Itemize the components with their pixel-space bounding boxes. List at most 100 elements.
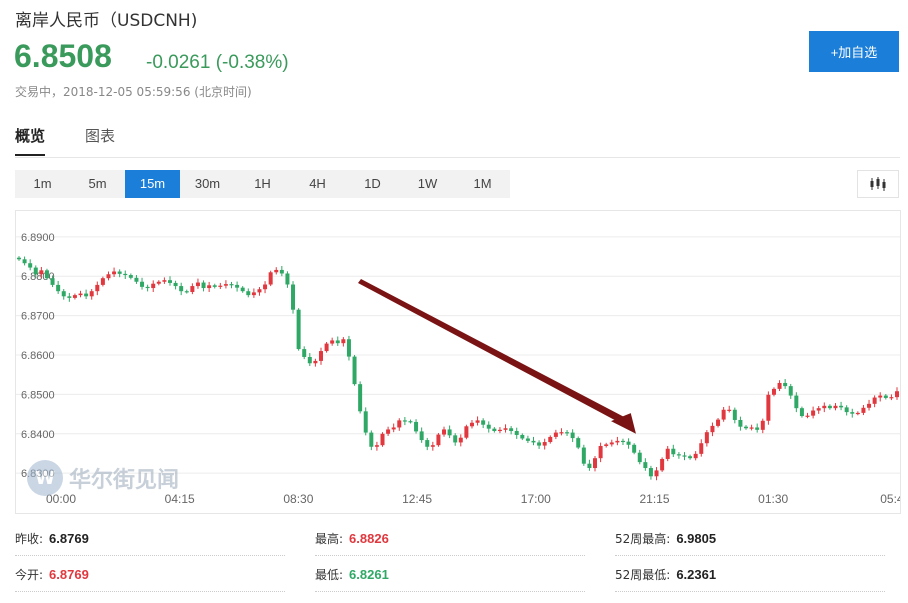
- stat-divider: [15, 555, 285, 556]
- candle-body: [263, 284, 268, 290]
- candle-body: [346, 339, 351, 357]
- candle-body: [794, 395, 799, 409]
- candle-body: [872, 397, 877, 404]
- candle-body: [576, 438, 581, 448]
- candle-body: [156, 281, 161, 284]
- period-15m[interactable]: 15m: [125, 170, 180, 198]
- wallstreetcn-logo-icon: W: [27, 460, 63, 496]
- candle-body: [184, 291, 189, 293]
- x-tick-label: 08:30: [283, 492, 313, 506]
- candle-body: [313, 360, 318, 364]
- candle-body: [833, 405, 838, 409]
- candle-body: [212, 285, 217, 287]
- candle-body: [889, 397, 894, 399]
- candle-body: [766, 394, 771, 421]
- candle-body: [123, 273, 128, 276]
- period-30m[interactable]: 30m: [180, 170, 235, 198]
- candle-body: [430, 445, 435, 447]
- candle-body: [223, 284, 228, 286]
- candle-body: [447, 429, 452, 436]
- candle-body: [341, 339, 346, 344]
- stat-52w-low: 52周最低: 6.2361: [615, 561, 716, 587]
- y-tick-label: 6.8700: [21, 311, 55, 323]
- candle-body: [609, 442, 614, 445]
- x-tick-label: 17:00: [521, 492, 551, 506]
- trade-status: 交易中，2018-12-05 05:59:56 (北京时间): [15, 85, 252, 99]
- stat-low-value: 6.8261: [349, 566, 389, 582]
- tab-overview[interactable]: 概览: [15, 125, 46, 156]
- tab-chart[interactable]: 图表: [85, 125, 115, 156]
- candle-body: [632, 444, 637, 453]
- stat-divider: [315, 555, 585, 556]
- period-1mo[interactable]: 1M: [455, 170, 510, 198]
- candle-body: [179, 286, 184, 292]
- period-1m[interactable]: 1m: [15, 170, 70, 198]
- watermark-text: 华尔街见闻: [69, 468, 180, 493]
- candle-body: [587, 463, 592, 469]
- candle-body: [682, 455, 687, 457]
- y-tick-label: 6.8500: [21, 389, 55, 401]
- period-1h[interactable]: 1H: [235, 170, 290, 198]
- x-tick-label: 01:30: [758, 492, 788, 506]
- candle-body: [72, 295, 77, 298]
- period-4h[interactable]: 4H: [290, 170, 345, 198]
- y-tick-label: 6.8800: [21, 271, 55, 283]
- add-watchlist-button[interactable]: +加自选: [809, 31, 899, 72]
- candle-body: [307, 356, 312, 364]
- period-1w[interactable]: 1W: [400, 170, 455, 198]
- candle-body: [721, 409, 726, 420]
- candle-body: [861, 407, 866, 413]
- trend-arrow-shaft: [358, 279, 628, 425]
- candle-body: [464, 426, 469, 438]
- candle-body: [89, 291, 94, 297]
- candle-body: [28, 263, 33, 268]
- stat-divider: [15, 591, 285, 592]
- chart-type-button[interactable]: [857, 170, 899, 198]
- candle-body: [240, 287, 245, 292]
- candle-body: [106, 274, 111, 279]
- candle-body: [363, 411, 368, 433]
- candle-body: [620, 440, 625, 443]
- candle-body: [732, 409, 737, 420]
- candle-body: [531, 440, 536, 443]
- candle-body: [615, 440, 620, 443]
- candle-body: [358, 384, 363, 412]
- candle-body: [117, 271, 122, 274]
- candle-body: [17, 257, 21, 260]
- period-1d[interactable]: 1D: [345, 170, 400, 198]
- tab-divider: [15, 157, 900, 158]
- candle-body: [559, 432, 564, 434]
- candle-body: [475, 420, 480, 423]
- stat-low-label: 最低:: [315, 567, 344, 582]
- candle-body: [274, 269, 279, 273]
- x-tick-label: 12:45: [402, 492, 432, 506]
- candle-body: [402, 420, 407, 422]
- candle-body: [492, 428, 497, 432]
- candle-body: [671, 448, 676, 455]
- candle-body: [704, 432, 709, 444]
- candle-body: [44, 270, 49, 279]
- candle-body: [710, 425, 715, 433]
- candle-body: [783, 382, 788, 387]
- candle-body: [380, 433, 385, 446]
- candle-body: [22, 259, 27, 264]
- period-5m[interactable]: 5m: [70, 170, 125, 198]
- candle-body: [895, 391, 899, 398]
- candle-body: [246, 291, 251, 296]
- current-price: 6.8508: [14, 38, 112, 74]
- candle-body: [883, 395, 888, 398]
- candle-body: [537, 442, 542, 446]
- candle-body: [497, 429, 502, 432]
- candle-body: [626, 441, 631, 445]
- candle-body: [33, 267, 38, 275]
- stat-52w-high-value: 6.9805: [676, 530, 717, 546]
- candle-body: [318, 351, 323, 361]
- candlestick-icon: [870, 177, 886, 191]
- candle-body: [693, 453, 698, 459]
- stat-high-label: 最高:: [315, 531, 344, 546]
- candle-body: [771, 388, 776, 395]
- candle-body: [816, 408, 821, 411]
- candle-body: [855, 412, 860, 415]
- candle-body: [134, 277, 139, 282]
- candle-body: [453, 435, 458, 443]
